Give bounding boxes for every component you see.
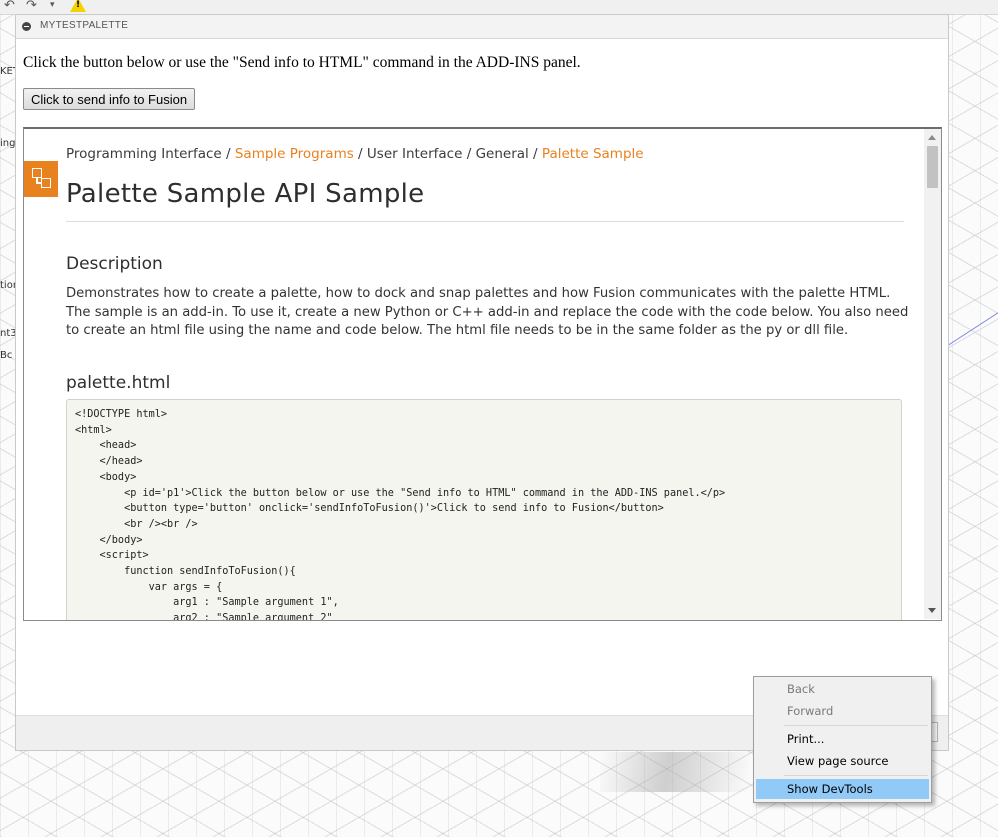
code-line: <script> (75, 550, 149, 562)
browser-fragment: Bc (0, 350, 13, 361)
redo-icon[interactable]: ↷ (26, 0, 37, 13)
browser-fragment: ing (0, 138, 15, 149)
browser-fragment: tion (0, 280, 15, 291)
toolbar-arrow-icon[interactable]: ↶ (4, 0, 15, 13)
scroll-up-icon[interactable] (928, 135, 936, 140)
breadcrumb: Programming Interface / Sample Programs … (66, 146, 644, 162)
breadcrumb-item: Programming Interface (66, 146, 222, 162)
code-line: var args = { (75, 581, 223, 593)
scroll-down-icon[interactable] (928, 608, 936, 613)
code-line: <button type='button' onclick='sendInfoT… (75, 503, 664, 515)
code-line: function sendInfoToFusion(){ (75, 566, 296, 578)
menu-separator (784, 725, 928, 726)
code-line: arg1 : "Sample argument 1", (75, 597, 339, 609)
doc-scrollbar[interactable] (924, 129, 941, 619)
palette-body: Click the button below or use the "Send … (16, 38, 948, 750)
menu-separator (784, 775, 928, 776)
collapse-icon[interactable] (22, 22, 31, 31)
title-divider (66, 221, 904, 222)
code-line: <!DOCTYPE html> (75, 409, 168, 420)
browser-fragment: nt3 (0, 328, 15, 339)
code-line: </body> (75, 534, 143, 546)
code-line: </head> (75, 456, 143, 468)
browser-fragment: KET (0, 66, 15, 77)
code-line: <head> (75, 440, 137, 452)
menu-item-back[interactable]: Back (756, 679, 929, 699)
doc-frame[interactable]: Programming Interface / Sample Programs … (23, 127, 942, 621)
code-block[interactable]: <!DOCTYPE html> <html> <head> </head> <b… (66, 399, 902, 621)
code-line: <br /><br /> (75, 518, 198, 530)
dropdown-icon[interactable]: ▾ (50, 0, 55, 10)
palette-paragraph: Click the button below or use the "Send … (23, 54, 581, 71)
code-line: arg2 : "Sample argument 2" (75, 613, 333, 621)
menu-item-view-source[interactable]: View page source (756, 751, 929, 771)
sample-program-icon (24, 161, 58, 197)
menu-item-devtools[interactable]: Show DevTools (756, 779, 929, 799)
breadcrumb-link[interactable]: Sample Programs (235, 146, 354, 162)
warning-icon[interactable]: ! (70, 0, 86, 12)
palette-title: MYTESTPALETTE (40, 20, 129, 31)
palette-window: MYTESTPALETTE Click the button below or … (15, 14, 949, 751)
page-title: Palette Sample API Sample (66, 179, 425, 209)
breadcrumb-item: User Interface (366, 146, 463, 162)
description-text: Demonstrates how to create a palette, ho… (66, 286, 909, 338)
code-line: <p id='p1'>Click the button below or use… (75, 487, 726, 499)
palette-header[interactable]: MYTESTPALETTE (16, 15, 948, 39)
context-menu: Back Forward Print... View page source S… (753, 676, 932, 803)
code-line: <body> (75, 471, 137, 483)
breadcrumb-item: General (475, 146, 529, 162)
description-heading: Description (66, 254, 163, 274)
menu-item-forward[interactable]: Forward (756, 701, 929, 721)
canvas-body-shadow (600, 752, 750, 792)
code-line: <html> (75, 424, 112, 436)
menu-item-print[interactable]: Print... (756, 729, 929, 749)
scroll-thumb[interactable] (927, 146, 938, 188)
toolbar-strip: ↶ ↷ ▾ ! (0, 0, 998, 15)
browser-panel-edge: KET ing tion nt3 Bc (0, 40, 15, 460)
send-info-button[interactable]: Click to send info to Fusion (23, 88, 196, 110)
file-heading: palette.html (66, 373, 171, 393)
breadcrumb-link[interactable]: Palette Sample (542, 146, 644, 162)
